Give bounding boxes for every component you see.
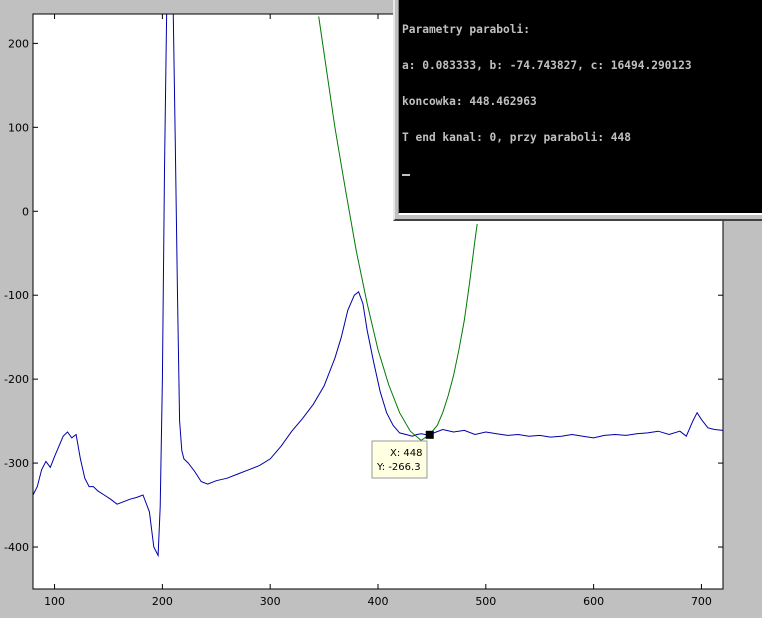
console-line-1: Parametry paraboli: [402,23,530,36]
x-tick-label: 300 [260,595,281,608]
datatip-box[interactable]: X: 448 Y: -266.3 [371,440,428,479]
y-tick-label: 100 [8,121,29,134]
y-tick-label: 0 [22,205,29,218]
datatip-marker[interactable] [425,430,434,439]
y-tick-label: -400 [4,541,29,554]
y-tick-label: -100 [4,289,29,302]
datatip-y-label: Y: -266.3 [376,462,421,473]
datatip-layer [425,430,434,439]
x-tick-label: 200 [152,595,173,608]
x-tick-label: 400 [368,595,389,608]
console-line-2: a: 0.083333, b: -74.743827, c: 16494.290… [402,59,692,72]
console-line-4: T end kanal: 0, przy paraboli: 448 [402,131,632,144]
console-line-3: koncowka: 448.462963 [402,95,537,108]
x-tick-label: 600 [583,595,604,608]
y-tick-label: -200 [4,373,29,386]
datatip-x-label: X: 448 [390,448,423,459]
console-output[interactable]: Parametry paraboli: a: 0.083333, b: -74.… [398,0,762,215]
x-tick-label: 500 [475,595,496,608]
x-tick-label: 700 [691,595,712,608]
y-tick-label: 200 [8,37,29,50]
x-tick-label: 100 [44,595,65,608]
console-window[interactable]: Parametry paraboli: a: 0.083333, b: -74.… [393,0,762,221]
y-tick-label: -300 [4,457,29,470]
console-cursor [402,174,410,176]
